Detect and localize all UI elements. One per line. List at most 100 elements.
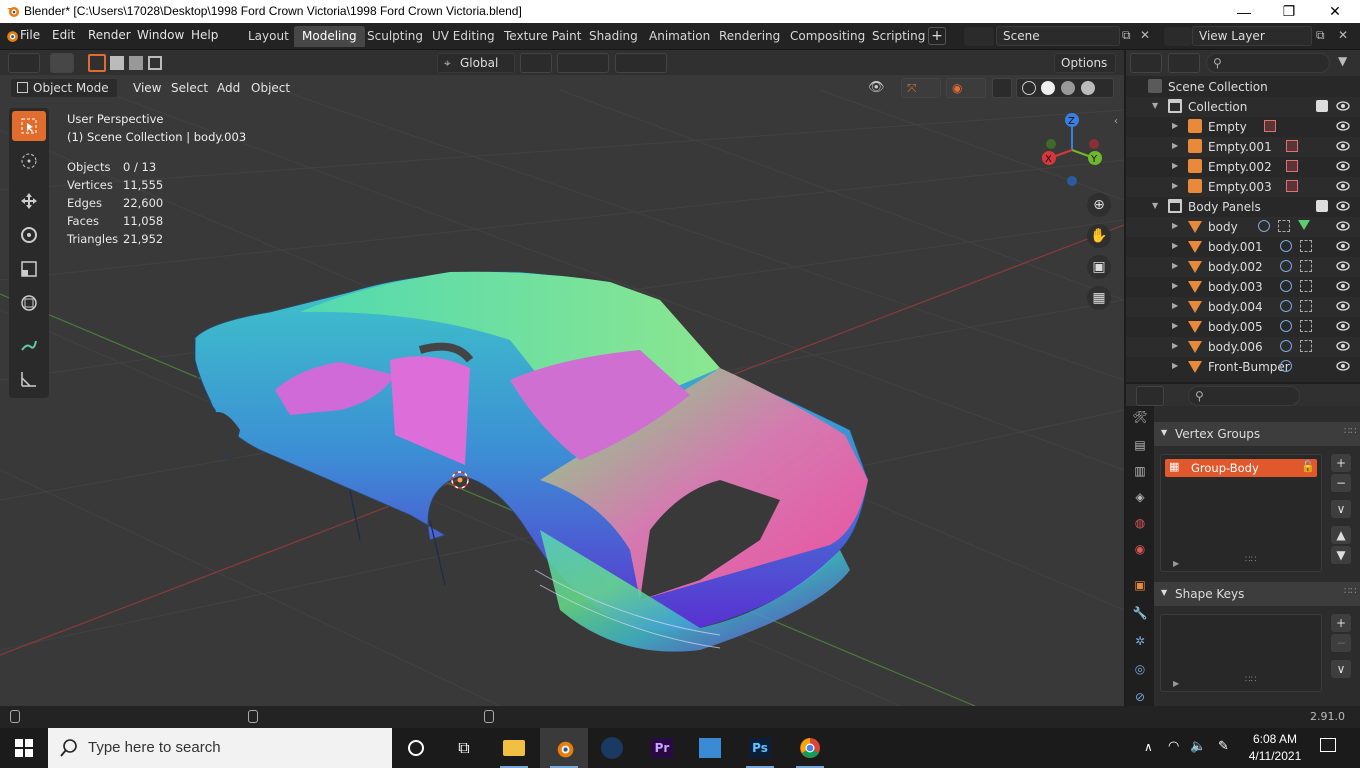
tab-rendering[interactable]: Rendering (711, 26, 788, 47)
ortho-grid-icon[interactable]: ▦ (1087, 286, 1111, 310)
wrench-icon[interactable] (1280, 280, 1292, 292)
cursor-tool[interactable] (12, 146, 46, 176)
outliner-row-body-003[interactable]: ▶ body.003 (1126, 277, 1360, 297)
outliner-search-input[interactable]: ⚲ (1206, 53, 1330, 73)
blender-app[interactable] (540, 728, 588, 768)
outliner-display-mode[interactable] (1168, 53, 1200, 73)
rotate-tool[interactable] (12, 220, 46, 250)
photoshop-app[interactable]: Ps (736, 728, 784, 768)
steam-app[interactable] (588, 728, 636, 768)
neg-x-handle[interactable] (1089, 139, 1099, 149)
outliner-row-body-002[interactable]: ▶ body.002 (1126, 257, 1360, 277)
blender-menu-icon[interactable] (4, 28, 19, 43)
move-tool[interactable] (12, 186, 46, 216)
outliner-row-body-001[interactable]: ▶ body.001 (1126, 237, 1360, 257)
particles-tab[interactable]: ✲ (1129, 630, 1151, 652)
new-view-layer-icon[interactable]: ⧉ (1316, 28, 1325, 43)
shape-keys-panel-header[interactable]: ▼ Shape Keys ∷∷ (1154, 582, 1360, 606)
clock[interactable]: 6:08 AM 4/11/2021 (1244, 731, 1306, 765)
select-extend-icon[interactable] (110, 56, 124, 70)
task-view-button[interactable]: ⧉ (440, 728, 488, 768)
expand-arrow-icon[interactable]: ▶ (1172, 261, 1178, 270)
shape-key-specials-button[interactable]: ∨ (1331, 660, 1351, 678)
eye-visibility-icon[interactable] (1336, 340, 1350, 352)
snap-dropdown[interactable] (557, 53, 609, 73)
add-shape-key-button[interactable]: + (1331, 614, 1351, 632)
expand-arrow-icon[interactable]: ▼ (1152, 201, 1158, 210)
render-properties-tab[interactable]: ▤ (1129, 434, 1151, 456)
resize-handle-icon[interactable]: ∷∷ (1245, 555, 1256, 565)
outliner-row-empty-002[interactable]: ▶ Empty.002 (1126, 157, 1360, 177)
photos-app[interactable] (686, 728, 734, 768)
pivot-point-dropdown[interactable] (520, 53, 552, 73)
material-shading-icon[interactable] (1061, 81, 1075, 95)
tab-texture-paint[interactable]: Texture Paint (496, 26, 589, 47)
tab-modeling[interactable]: Modeling (294, 26, 365, 47)
show-hidden-icons[interactable]: ∧ (1144, 740, 1153, 754)
eye-visibility-icon[interactable] (1336, 180, 1350, 192)
remove-vertex-group-button[interactable]: − (1331, 474, 1351, 492)
menu-window[interactable]: Window (137, 28, 184, 42)
select-invert-icon[interactable] (148, 56, 162, 70)
taskbar-search-box[interactable]: Type here to search (48, 728, 392, 768)
navigation-gizmo[interactable]: Z Y X (1036, 110, 1106, 190)
options-dropdown[interactable]: Options (1054, 53, 1116, 73)
outliner-root-row[interactable]: Scene Collection (1126, 77, 1360, 97)
tab-animation[interactable]: Animation (641, 26, 718, 47)
expand-list-icon[interactable]: ▶ (1173, 679, 1179, 688)
viewport-menu-view[interactable]: View (133, 81, 161, 95)
output-properties-tab[interactable]: ▥ (1129, 460, 1151, 482)
3d-viewport[interactable]: ⌖ Global Options Object Mode View Select… (0, 50, 1124, 706)
remove-shape-key-button[interactable]: − (1331, 634, 1351, 652)
expand-arrow-icon[interactable]: ▶ (1172, 241, 1178, 250)
tab-uv-editing[interactable]: UV Editing (424, 26, 503, 47)
shape-keys-list[interactable]: ▶ ∷∷ (1160, 614, 1322, 692)
expand-arrow-icon[interactable]: ▶ (1172, 141, 1178, 150)
outliner-row-empty-003[interactable]: ▶ Empty.003 (1126, 177, 1360, 197)
physics-tab[interactable]: ◎ (1129, 658, 1151, 680)
minimize-button[interactable]: — (1221, 0, 1267, 23)
transform-orientation-dropdown[interactable]: ⌖ Global (437, 53, 515, 73)
drag-handle-icon[interactable]: ∷∷ (1344, 586, 1357, 597)
menu-help[interactable]: Help (191, 28, 218, 42)
eye-visibility-icon[interactable] (1336, 160, 1350, 172)
network-icon[interactable]: ◠ (1168, 739, 1179, 754)
chrome-app[interactable] (786, 728, 834, 768)
eye-visibility-icon[interactable] (1336, 280, 1350, 292)
expand-arrow-icon[interactable]: ▶ (1172, 341, 1178, 350)
tab-scripting[interactable]: Scripting (864, 26, 933, 47)
eye-visibility-icon[interactable] (1336, 220, 1350, 232)
eye-visibility-icon[interactable] (1336, 120, 1350, 132)
scene-properties-tab[interactable]: ◍ (1129, 512, 1151, 534)
sidebar-toggle-icon[interactable]: ‹ (1114, 116, 1118, 127)
expand-arrow-icon[interactable]: ▶ (1172, 121, 1178, 130)
eye-visibility-icon[interactable] (1336, 260, 1350, 272)
mode-dropdown[interactable]: Object Mode (10, 78, 118, 98)
properties-editor-type[interactable] (1136, 386, 1164, 406)
scene-name-field[interactable]: Scene (996, 26, 1120, 46)
car-body-mesh[interactable] (193, 271, 869, 652)
delete-view-layer-icon[interactable]: ✕ (1338, 28, 1348, 42)
wrench-icon[interactable] (1280, 320, 1292, 332)
expand-arrow-icon[interactable]: ▶ (1172, 301, 1178, 310)
select-subtract-icon[interactable] (129, 56, 143, 70)
menu-render[interactable]: Render (88, 28, 131, 42)
editor-type-button[interactable] (8, 53, 40, 73)
menu-edit[interactable]: Edit (52, 28, 75, 42)
premiere-app[interactable]: Pr (638, 728, 686, 768)
eye-visibility-icon[interactable] (1336, 140, 1350, 152)
notifications-icon[interactable] (1320, 738, 1336, 752)
scene-browse-button[interactable] (964, 27, 994, 46)
vertex-groups-list[interactable]: ▦ Group-Body 🔓 ▶ ∷∷ (1160, 454, 1322, 572)
annotate-tool[interactable] (12, 330, 46, 360)
viewport-menu-add[interactable]: Add (217, 81, 240, 95)
shading-mode-buttons[interactable] (1016, 78, 1114, 98)
wireframe-shading-icon[interactable] (1022, 81, 1036, 95)
proportional-editing-dropdown[interactable] (615, 53, 667, 73)
lock-icon[interactable]: 🔓 (1301, 460, 1315, 473)
cortana-button[interactable] (392, 728, 440, 768)
tab-layout[interactable]: Layout (240, 26, 297, 47)
eye-visibility-icon[interactable] (1336, 240, 1350, 252)
expand-arrow-icon[interactable]: ▶ (1172, 161, 1178, 170)
measure-tool[interactable] (12, 364, 46, 394)
